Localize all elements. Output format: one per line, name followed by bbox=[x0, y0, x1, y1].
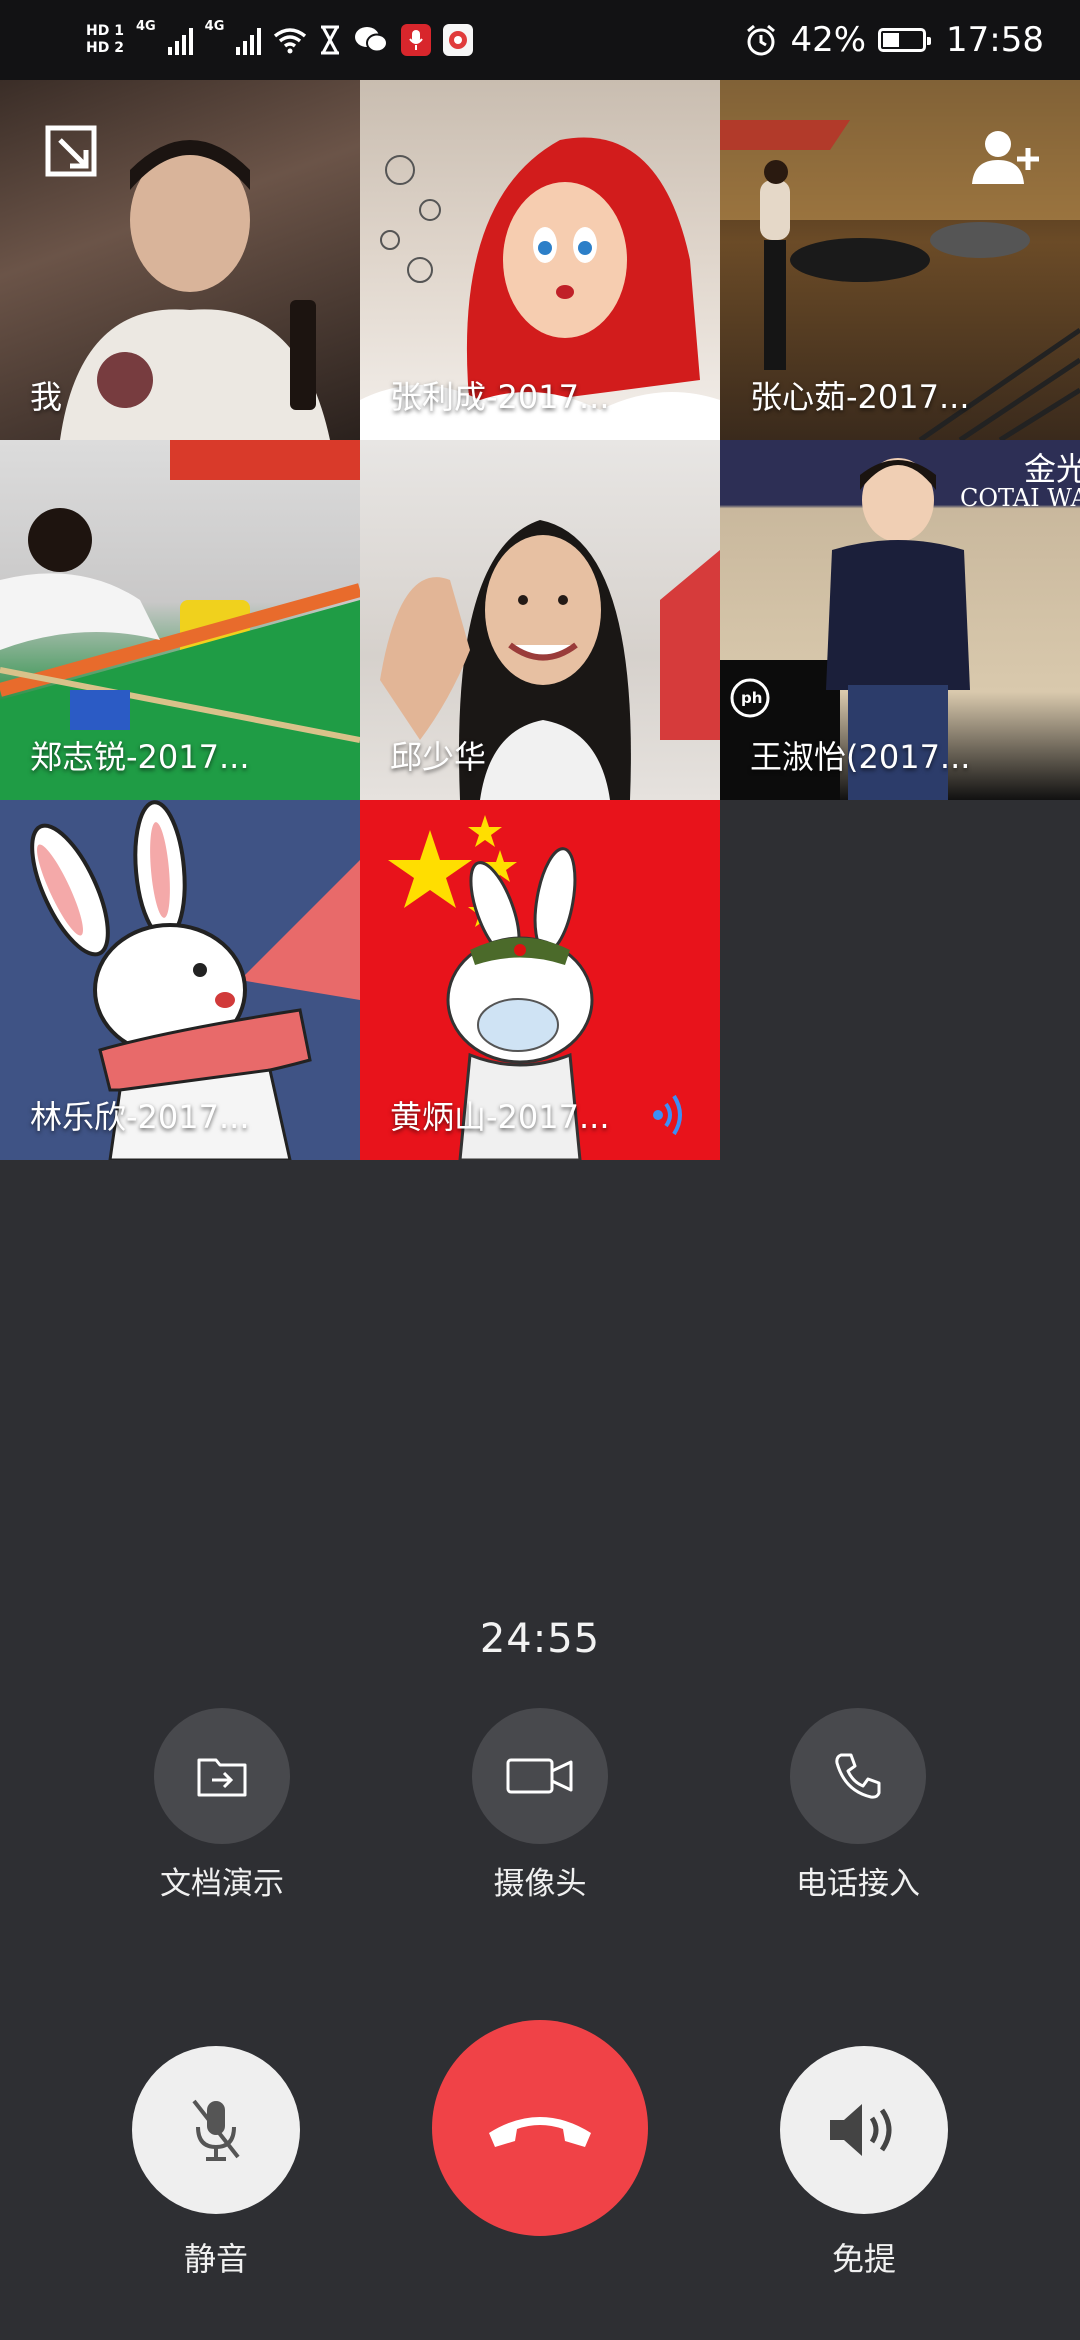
mic-off-icon bbox=[192, 2099, 240, 2161]
participant-tile[interactable]: 邱少华 bbox=[360, 440, 720, 800]
minimize-window-icon[interactable] bbox=[42, 122, 102, 182]
ph-badge: ph bbox=[741, 689, 763, 707]
battery-fill bbox=[883, 33, 900, 47]
phone-in-circle[interactable] bbox=[790, 1708, 926, 1844]
battery-percent: 42% bbox=[790, 20, 867, 60]
participant-tile[interactable]: 张利成-2017... bbox=[360, 80, 720, 440]
network-type-1: 4G bbox=[135, 19, 156, 34]
app-icon bbox=[443, 24, 474, 56]
speaker-label: 免提 bbox=[831, 2240, 896, 2278]
phone-in-button[interactable]: 电话接入 bbox=[758, 1708, 958, 1903]
camera-circle[interactable] bbox=[472, 1708, 608, 1844]
doc-share-circle[interactable] bbox=[154, 1708, 290, 1844]
video-camera-icon bbox=[506, 1758, 573, 1794]
wifi-icon bbox=[274, 28, 307, 54]
speaker-circle[interactable] bbox=[780, 2046, 948, 2214]
hourglass-icon bbox=[321, 25, 340, 55]
participant-tile[interactable]: 金光 COTAI WA ph 王淑怡(2017... bbox=[720, 440, 1080, 800]
clock: 17:58 bbox=[946, 20, 1044, 60]
doc-share-label: 文档演示 bbox=[160, 1866, 284, 1902]
speaker-button[interactable]: 免提 bbox=[744, 2046, 984, 2280]
hang-up-icon bbox=[489, 2117, 591, 2147]
hangup-circle[interactable] bbox=[432, 2020, 648, 2236]
mute-button[interactable]: 静音 bbox=[96, 2046, 336, 2280]
speaking-indicator-icon bbox=[653, 1094, 682, 1136]
add-participant-icon[interactable] bbox=[970, 126, 1046, 186]
camera-button[interactable]: 摄像头 bbox=[440, 1708, 640, 1903]
status-right: 42% 17:58 bbox=[744, 20, 1044, 60]
battery-icon bbox=[878, 28, 932, 52]
participant-tile[interactable]: 黄炳山-2017... bbox=[360, 800, 720, 1160]
mute-circle[interactable] bbox=[132, 2046, 300, 2214]
participant-name: 黄炳山-2017... bbox=[390, 1098, 610, 1136]
signal-icon bbox=[236, 25, 262, 55]
phone-in-label: 电话接入 bbox=[796, 1866, 920, 1902]
participant-tile[interactable]: 我 bbox=[0, 80, 360, 440]
hd2-label: HD 2 bbox=[86, 40, 124, 56]
alarm-icon bbox=[747, 24, 776, 56]
hd-indicator: HD 1 HD 2 bbox=[86, 23, 124, 57]
hangup-button[interactable] bbox=[420, 2020, 660, 2236]
participant-name: 郑志锐-2017... bbox=[30, 738, 250, 776]
participant-grid: 我 张利成-2017... 张心茹-2017... 郑志锐-2017... 邱少… bbox=[0, 80, 1080, 1160]
signal-icon bbox=[167, 25, 193, 55]
phone-icon bbox=[835, 1753, 881, 1799]
participant-tile[interactable]: 林乐欣-2017... bbox=[0, 800, 360, 1160]
call-duration: 24:55 bbox=[479, 1616, 601, 1662]
participant-name: 邱少华 bbox=[390, 738, 487, 776]
hd1-label: HD 1 bbox=[86, 23, 124, 39]
participant-name: 张利成-2017... bbox=[390, 378, 610, 416]
folder-share-icon bbox=[197, 1758, 247, 1797]
network-type-2: 4G bbox=[204, 19, 225, 34]
camera-label: 摄像头 bbox=[493, 1866, 587, 1902]
participant-name: 张心茹-2017... bbox=[750, 378, 970, 416]
participant-name: 林乐欣-2017... bbox=[30, 1098, 250, 1136]
doc-share-button[interactable]: 文档演示 bbox=[122, 1708, 322, 1903]
speaker-icon bbox=[830, 2104, 892, 2156]
participant-tile[interactable]: 张心茹-2017... bbox=[720, 80, 1080, 440]
participant-name: 我 bbox=[30, 378, 63, 416]
recorder-app-icon bbox=[401, 24, 432, 56]
status-left: HD 1 HD 2 4G 4G bbox=[86, 19, 474, 57]
participant-name: 王淑怡(2017... bbox=[750, 738, 971, 776]
participant-tile[interactable]: 郑志锐-2017... bbox=[0, 440, 360, 800]
wechat-icon bbox=[355, 27, 389, 53]
status-bar: HD 1 HD 2 4G 4G 42% 17:58 bbox=[0, 0, 1080, 80]
mute-label: 静音 bbox=[183, 2240, 248, 2278]
